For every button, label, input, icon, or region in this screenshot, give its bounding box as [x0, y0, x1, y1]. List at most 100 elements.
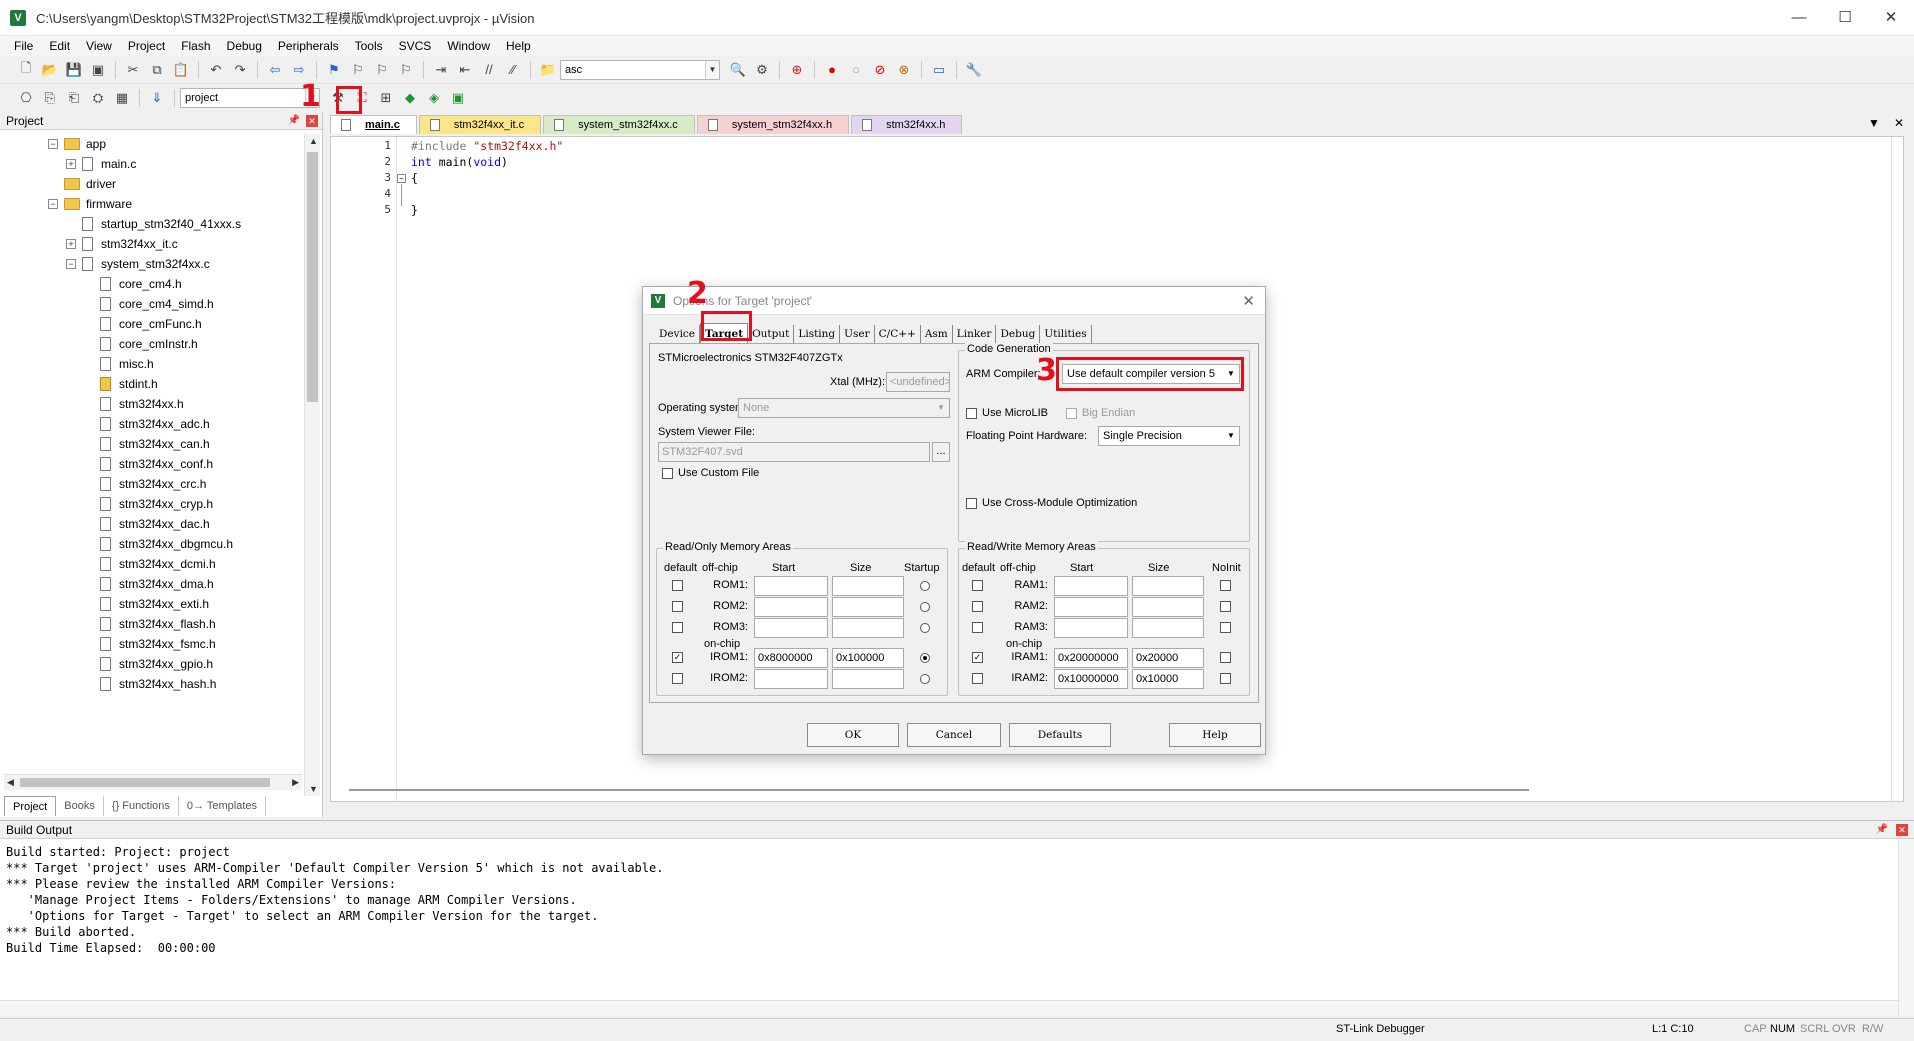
clear-bookmarks-icon[interactable]: ⚐	[396, 60, 416, 80]
uncomment-icon[interactable]: ⁄⁄	[503, 60, 523, 80]
tree-item[interactable]: driver	[0, 174, 300, 194]
tree-item[interactable]: − app	[0, 134, 300, 154]
big-endian-checkbox[interactable]	[1066, 408, 1077, 419]
ram-noinit-checkbox[interactable]	[1220, 652, 1231, 663]
tree-item[interactable]: stm32f4xx_dma.h	[0, 574, 300, 594]
disable-all-breakpoints-icon[interactable]: ⊘	[870, 60, 890, 80]
code-line-5[interactable]: }	[411, 203, 418, 217]
paste-icon[interactable]: 📋	[171, 60, 191, 80]
bookmark-icon[interactable]: ⚑	[324, 60, 344, 80]
rom-startup-radio[interactable]	[920, 674, 930, 684]
tab-output[interactable]: Output	[748, 325, 795, 343]
software-packs-icon[interactable]: ▣	[448, 88, 468, 108]
target-select[interactable]: project ▼	[180, 88, 320, 108]
tab-list-icon[interactable]: ▼	[1868, 116, 1880, 130]
comment-icon[interactable]: //	[479, 60, 499, 80]
save-all-icon[interactable]: ▣	[88, 60, 108, 80]
menu-flash[interactable]: Flash	[173, 36, 218, 56]
unindent-icon[interactable]: ⇤	[455, 60, 475, 80]
tree-item[interactable]: core_cmFunc.h	[0, 314, 300, 334]
ram-start-field[interactable]	[1054, 576, 1128, 596]
tree-item[interactable]: stm32f4xx_flash.h	[0, 614, 300, 634]
ram-default-checkbox[interactable]	[972, 622, 983, 633]
menu-file[interactable]: File	[6, 36, 41, 56]
redo-icon[interactable]: ↷	[230, 60, 250, 80]
tree-item[interactable]: core_cm4.h	[0, 274, 300, 294]
expand-toggle-icon[interactable]: +	[66, 159, 76, 169]
editor-tab[interactable]: system_stm32f4xx.c	[543, 115, 695, 134]
os-select[interactable]: None ▼	[738, 398, 950, 418]
menu-tools[interactable]: Tools	[347, 36, 391, 56]
find-combo[interactable]: asc ▼	[560, 59, 720, 80]
find-in-files-icon[interactable]: 📁	[538, 60, 558, 80]
menu-svcs[interactable]: SVCS	[391, 36, 440, 56]
panel-tab-0[interactable]: Project	[4, 796, 57, 816]
stop-build-icon[interactable]: ▦	[112, 88, 132, 108]
ram-default-checkbox[interactable]	[972, 673, 983, 684]
fph-select[interactable]: Single Precision ▼	[1098, 426, 1240, 446]
ram-noinit-checkbox[interactable]	[1220, 580, 1231, 591]
build-vertical-scrollbar[interactable]	[1898, 839, 1914, 1017]
rom-start-field[interactable]	[754, 669, 828, 689]
svf-browse-button[interactable]: ...	[932, 442, 950, 462]
help-button[interactable]: Help	[1169, 723, 1261, 747]
tab-cc[interactable]: C/C++	[875, 325, 921, 343]
rom-startup-radio[interactable]	[920, 581, 930, 591]
scroll-thumb[interactable]	[307, 152, 318, 402]
tree-item[interactable]: stm32f4xx_exti.h	[0, 594, 300, 614]
ram-start-field[interactable]: 0x10000000	[1054, 669, 1128, 689]
tree-item[interactable]: stm32f4xx_adc.h	[0, 414, 300, 434]
tree-item[interactable]: startup_stm32f40_41xxx.s	[0, 214, 300, 234]
tree-item[interactable]: stm32f4xx_dcmi.h	[0, 554, 300, 574]
tab-user[interactable]: User	[840, 325, 875, 343]
ram-noinit-checkbox[interactable]	[1220, 601, 1231, 612]
rebuild-icon[interactable]: ⎗	[64, 88, 84, 108]
tree-item[interactable]: stm32f4xx_cryp.h	[0, 494, 300, 514]
menu-window[interactable]: Window	[439, 36, 498, 56]
navigate-forward-icon[interactable]: ⇨	[289, 60, 309, 80]
editor-tab[interactable]: system_stm32f4xx.h	[696, 115, 850, 134]
use-custom-file-checkbox[interactable]	[662, 468, 673, 479]
menu-view[interactable]: View	[78, 36, 120, 56]
expand-toggle-icon[interactable]: −	[66, 259, 76, 269]
ram-size-field[interactable]: 0x10000	[1132, 669, 1204, 689]
menu-peripherals[interactable]: Peripherals	[270, 36, 347, 56]
rom-default-checkbox[interactable]	[672, 601, 683, 612]
ram-start-field[interactable]	[1054, 618, 1128, 638]
build-horizontal-scrollbar[interactable]	[0, 1000, 1898, 1016]
code-line-2[interactable]: int main(void)	[411, 155, 508, 169]
tree-item[interactable]: stm32f4xx_conf.h	[0, 454, 300, 474]
rom-default-checkbox[interactable]	[672, 622, 683, 633]
minimize-button[interactable]: —	[1776, 0, 1822, 36]
tree-item[interactable]: core_cm4_simd.h	[0, 294, 300, 314]
maximize-button[interactable]: ☐	[1822, 0, 1868, 36]
rom-start-field[interactable]	[754, 618, 828, 638]
kill-breakpoints-icon[interactable]: ⊗	[894, 60, 914, 80]
tree-item[interactable]: stm32f4xx_crc.h	[0, 474, 300, 494]
scroll-up-icon[interactable]: ▲	[309, 136, 318, 146]
ram-size-field[interactable]	[1132, 597, 1204, 617]
rom-size-field[interactable]	[832, 576, 904, 596]
tree-horizontal-scrollbar[interactable]: ◀ ▶	[4, 774, 302, 790]
scroll-thumb[interactable]	[20, 778, 270, 787]
download-icon[interactable]: ⇓	[147, 88, 167, 108]
disable-breakpoint-icon[interactable]: ○	[846, 60, 866, 80]
menu-project[interactable]: Project	[120, 36, 173, 56]
tree-item[interactable]: stm32f4xx_can.h	[0, 434, 300, 454]
breakpoint-icon[interactable]: ●	[822, 60, 842, 80]
rom-size-field[interactable]	[832, 618, 904, 638]
panel-tab-1[interactable]: Books	[56, 796, 104, 816]
tab-asm[interactable]: Asm	[921, 325, 953, 343]
tab-linker[interactable]: Linker	[953, 325, 997, 343]
tree-item[interactable]: stm32f4xx_dbgmcu.h	[0, 534, 300, 554]
rom-startup-radio[interactable]	[920, 653, 930, 663]
tree-item[interactable]: stm32f4xx_hash.h	[0, 674, 300, 694]
rom-size-field[interactable]	[832, 597, 904, 617]
find-icon[interactable]: 🔍	[728, 60, 748, 80]
ram-noinit-checkbox[interactable]	[1220, 622, 1231, 633]
scroll-right-icon[interactable]: ▶	[292, 777, 299, 788]
tree-item[interactable]: stm32f4xx_gpio.h	[0, 654, 300, 674]
ram-size-field[interactable]	[1132, 618, 1204, 638]
ram-size-field[interactable]	[1132, 576, 1204, 596]
cut-icon[interactable]: ✂	[123, 60, 143, 80]
